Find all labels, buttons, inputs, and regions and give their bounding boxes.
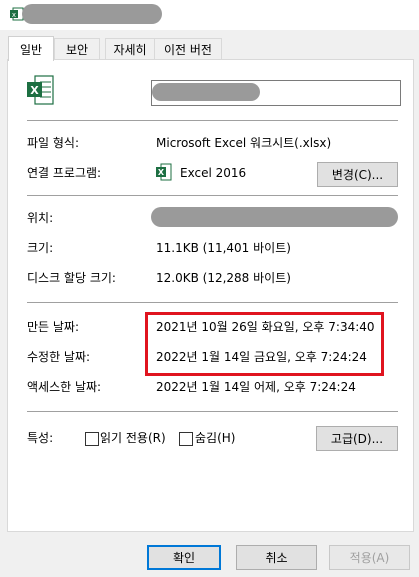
ok-button[interactable]: 확인 [147,545,221,570]
tab-details[interactable]: 자세히 [105,38,155,59]
apply-button-label: 적용(A) [349,551,390,565]
excel-document-icon: X [26,75,54,105]
cancel-button[interactable]: 취소 [236,545,317,570]
svg-text:x: x [12,11,16,19]
open-with-label: 연결 프로그램: [27,166,102,180]
size-on-disk-label: 디스크 할당 크기: [27,271,116,285]
advanced-button-label: 고급(D)... [330,432,384,446]
window-title-redacted [22,4,162,24]
tab-general-label: 일반 [19,42,43,57]
change-button[interactable]: 변경(C)... [317,162,398,187]
location-label: 위치: [27,211,54,225]
excel-app-icon: X [156,163,172,181]
modified-label: 수정한 날짜: [27,350,91,364]
svg-text:X: X [158,168,165,177]
created-label: 만든 날짜: [27,320,80,334]
tab-previous-versions-label: 이전 버전 [164,42,212,57]
hidden-checkbox-label[interactable]: 숨김(H) [195,431,235,445]
ok-button-label: 확인 [172,551,196,565]
file-type-label: 파일 형식: [27,136,80,150]
readonly-checkbox[interactable] [85,432,99,446]
hidden-checkbox[interactable] [179,432,193,446]
divider [27,195,398,196]
readonly-checkbox-label[interactable]: 읽기 전용(R) [100,431,166,445]
properties-panel [7,59,414,532]
attributes-label: 특성: [27,431,54,445]
size-value: 11.1KB (11,401 바이트) [156,241,291,255]
file-name-redacted [152,83,260,101]
tab-general[interactable]: 일반 [8,36,54,61]
file-type-value: Microsoft Excel 워크시트(.xlsx) [156,136,332,150]
open-with-value: Excel 2016 [180,166,247,180]
size-on-disk-value: 12.0KB (12,288 바이트) [156,271,291,285]
cancel-button-label: 취소 [265,551,288,565]
tab-security-label: 보안 [65,42,89,57]
size-label: 크기: [27,241,54,255]
accessed-value: 2022년 1월 14일 어제, 오후 7:24:24 [156,380,356,394]
tab-previous-versions[interactable]: 이전 버전 [154,38,222,59]
apply-button[interactable]: 적용(A) [329,545,410,570]
tab-security[interactable]: 보안 [54,38,100,59]
red-highlight-box [145,312,384,376]
change-button-label: 변경(C)... [331,168,384,182]
tab-details-label: 자세히 [113,42,147,57]
advanced-button[interactable]: 고급(D)... [316,426,398,451]
divider [27,302,398,303]
svg-text:X: X [30,84,39,97]
location-value-redacted [151,207,398,227]
divider [27,411,398,412]
accessed-label: 액세스한 날짜: [27,380,102,394]
divider [27,120,398,121]
